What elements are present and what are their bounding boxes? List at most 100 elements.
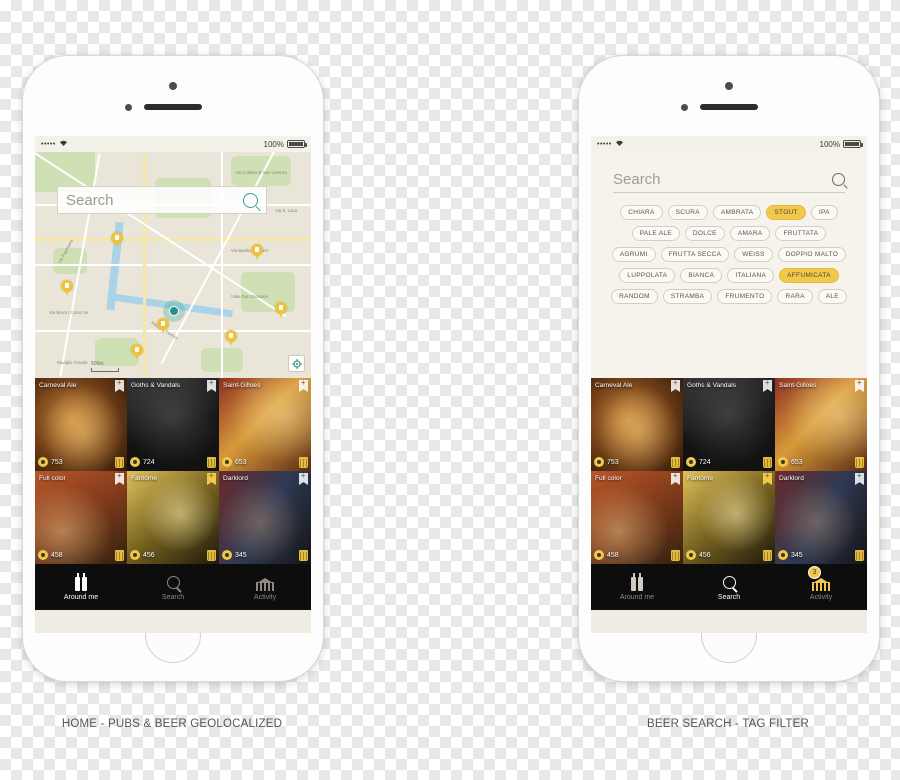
tag-chip[interactable]: STRAMBA xyxy=(662,289,713,304)
rating-icon xyxy=(38,457,48,467)
tag-chip[interactable]: DOPPIO MALTO xyxy=(777,247,847,262)
sensor-icon xyxy=(125,104,132,111)
beer-count: 724 xyxy=(143,458,155,466)
rating-icon xyxy=(686,457,696,467)
beer-card[interactable]: Carneval Ale 753 xyxy=(35,378,127,471)
bookmark-icon[interactable] xyxy=(299,471,308,485)
beer-metrics: 345 xyxy=(219,548,311,562)
beer-metrics: 753 xyxy=(35,455,127,469)
beer-card[interactable]: Fantôme 456 xyxy=(127,471,219,564)
rating-icon xyxy=(594,457,604,467)
tag-chip[interactable]: LUPPOLATA xyxy=(619,268,676,283)
bookmark-icon[interactable] xyxy=(115,378,124,392)
rating-icon xyxy=(130,457,140,467)
beer-title: Full color xyxy=(39,475,66,482)
tag-chip[interactable]: FRUTTA SECCA xyxy=(660,247,730,262)
phone-mockup-right: ••••• 100% Search CHIARA SCURA AMBRATA S… xyxy=(578,55,880,682)
tab-label: Search xyxy=(161,594,185,601)
bookmark-icon[interactable] xyxy=(763,378,772,392)
beer-card[interactable]: Carneval Ale 753 xyxy=(591,378,683,471)
map-pin[interactable] xyxy=(111,232,123,248)
tab-activity[interactable]: 3 Activity xyxy=(775,566,867,601)
beer-card[interactable]: Saint-Gilloes 653 xyxy=(775,378,867,471)
bookmark-icon[interactable] xyxy=(299,378,308,392)
beer-card[interactable]: Darklord 345 xyxy=(775,471,867,564)
search-input[interactable]: Search xyxy=(613,166,845,193)
bookmark-icon[interactable] xyxy=(207,378,216,392)
beer-card[interactable]: Full color 458 xyxy=(35,471,127,564)
tag-chip[interactable]: ALE xyxy=(817,289,847,304)
tag-chip[interactable]: PALE ALE xyxy=(631,226,680,241)
tab-around-me[interactable]: Around me xyxy=(35,573,127,601)
beer-card[interactable]: Saint-Gilloes 653 xyxy=(219,378,311,471)
beer-title: Saint-Gilloes xyxy=(779,382,817,389)
tag-chip[interactable]: AGRUMI xyxy=(611,247,656,262)
tag-chip[interactable]: IPA xyxy=(810,205,838,220)
map-pin[interactable] xyxy=(275,302,287,318)
tag-chip[interactable]: RARA xyxy=(777,289,813,304)
beer-title: Carneval Ale xyxy=(595,382,633,389)
tab-label: Activity xyxy=(253,594,277,601)
beer-metrics: 456 xyxy=(127,548,219,562)
beer-card[interactable]: Fantôme 456 xyxy=(683,471,775,564)
battery-icon xyxy=(843,140,863,148)
tag-chip[interactable]: DOLCE xyxy=(684,226,725,241)
beer-glass-icon xyxy=(299,456,308,468)
beer-card[interactable]: Goths & Vandals 724 xyxy=(683,378,775,471)
pub-building-icon xyxy=(256,573,274,591)
bookmark-icon[interactable] xyxy=(763,471,772,485)
beer-metrics: 653 xyxy=(775,455,867,469)
beer-card[interactable]: Goths & Vandals 724 xyxy=(127,378,219,471)
tag-row: PALE ALE DOLCE AMARA FRUTTATA xyxy=(603,226,855,241)
beer-card[interactable]: Darklord 345 xyxy=(219,471,311,564)
tag-chip[interactable]: AMARA xyxy=(729,226,771,241)
tab-activity[interactable]: Activity xyxy=(219,573,311,601)
map-view[interactable]: Via Colletta di San Lorenzo Via S. Luca … xyxy=(35,152,311,378)
tag-chip[interactable]: BIANCA xyxy=(680,268,723,283)
map-pin[interactable] xyxy=(225,330,237,346)
beer-count: 753 xyxy=(51,458,63,466)
front-camera-icon xyxy=(725,82,733,90)
bookmark-icon[interactable] xyxy=(115,471,124,485)
tab-search[interactable]: Search xyxy=(127,573,219,601)
tag-chip[interactable]: AMBRATA xyxy=(712,205,762,220)
tag-chip[interactable]: ITALIANA xyxy=(727,268,775,283)
sensor-icon xyxy=(681,104,688,111)
bookmark-icon[interactable] xyxy=(207,471,216,485)
current-location-marker xyxy=(163,300,185,322)
tag-chip-selected[interactable]: AFFUMICATA xyxy=(779,268,839,283)
tag-chip[interactable]: CHIARA xyxy=(620,205,663,220)
beer-card[interactable]: Full color 458 xyxy=(591,471,683,564)
tag-chip[interactable]: WEISS xyxy=(734,247,773,262)
bookmark-icon[interactable] xyxy=(855,471,864,485)
beer-metrics: 456 xyxy=(683,548,775,562)
tag-chip[interactable]: SCURA xyxy=(667,205,708,220)
map-search-input[interactable]: Search xyxy=(57,186,267,214)
search-icon[interactable] xyxy=(243,192,258,208)
beer-glass-icon xyxy=(115,549,124,561)
tag-chip[interactable]: RANDOM xyxy=(611,289,658,304)
tab-around-me[interactable]: Around me xyxy=(591,573,683,601)
map-pin[interactable] xyxy=(251,244,263,260)
map-pin[interactable] xyxy=(131,344,143,360)
map-pin[interactable] xyxy=(61,280,73,296)
tag-chip[interactable]: FRUMENTO xyxy=(717,289,773,304)
locate-me-icon[interactable] xyxy=(288,355,305,372)
tag-chip[interactable]: FRUTTATA xyxy=(775,226,827,241)
wifi-icon xyxy=(59,139,68,149)
beer-title: Full color xyxy=(595,475,622,482)
tab-search[interactable]: Search xyxy=(683,573,775,601)
beer-title: Goths & Vandals xyxy=(131,382,180,389)
bookmark-icon[interactable] xyxy=(671,378,680,392)
bookmark-icon[interactable] xyxy=(855,378,864,392)
search-icon xyxy=(722,573,736,591)
map-pin[interactable] xyxy=(157,318,169,334)
map-search-placeholder: Search xyxy=(66,191,114,209)
map-street-label: Via Brera / Corso Ve xyxy=(49,310,89,315)
battery-percent: 100% xyxy=(263,139,284,149)
beer-metrics: 458 xyxy=(35,548,127,562)
bookmark-icon[interactable] xyxy=(671,471,680,485)
search-icon[interactable] xyxy=(832,172,845,186)
front-camera-icon xyxy=(169,82,177,90)
tag-chip-selected[interactable]: STOUT xyxy=(766,205,806,220)
